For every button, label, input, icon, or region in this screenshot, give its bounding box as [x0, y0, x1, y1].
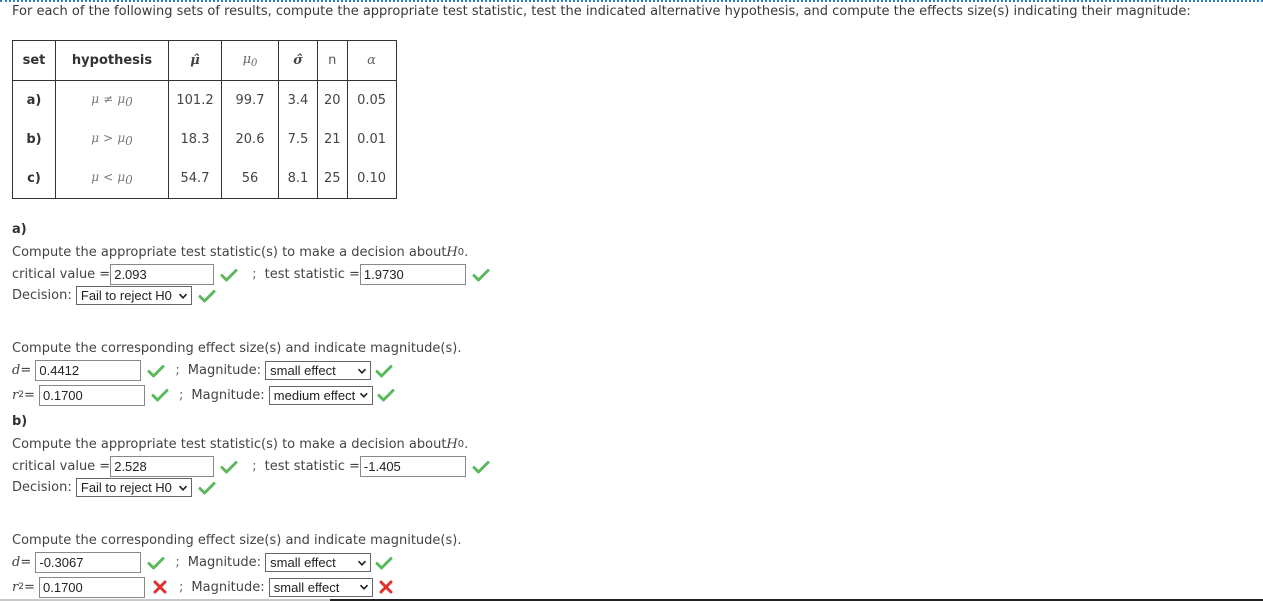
x-mark-icon — [377, 579, 395, 595]
r-squared-input[interactable]: 0.1700 — [39, 384, 145, 406]
header-sigma-hat: σ̂ — [278, 40, 318, 81]
d-magnitude-select[interactable]: small effect — [265, 553, 372, 572]
compute-effect-prompt: Compute the corresponding effect size(s)… — [12, 532, 462, 548]
decision-row: Decision: Fail to reject H0 — [12, 477, 490, 498]
decision-select[interactable]: Fail to reject H0 — [75, 478, 192, 497]
r-squared-input[interactable]: 0.1700 — [39, 576, 145, 598]
cohens-d-row: d = 0.4412 ; Magnitude: small effect — [12, 358, 490, 383]
checkmark-icon — [220, 267, 238, 283]
hypothesis-cell: μ < μ0 — [55, 159, 169, 199]
checkmark-icon — [375, 555, 393, 571]
n-cell: 25 — [317, 159, 348, 199]
set-cell: a) — [12, 80, 56, 120]
mu0-cell: 20.6 — [221, 120, 279, 159]
chevron-down-icon — [360, 392, 368, 398]
header-mu0: μ0 — [221, 40, 279, 81]
set-cell: c) — [12, 159, 56, 199]
chevron-down-icon — [359, 584, 368, 591]
checkmark-icon — [377, 387, 395, 403]
header-n: n — [317, 40, 348, 81]
chevron-down-icon — [178, 485, 187, 491]
checkmark-icon — [198, 288, 216, 304]
mu-hat-cell: 101.2 — [168, 80, 222, 120]
results-table: set hypothesis μ̂ μ0 σ̂ n α a) μ ≠ μ0 10… — [12, 40, 397, 199]
checkmark-icon — [147, 363, 165, 379]
mu-hat-cell: 18.3 — [168, 120, 222, 159]
decision-select[interactable]: Fail to reject H0 — [75, 286, 192, 305]
test-statistic-input[interactable]: 1.9730 — [359, 264, 466, 285]
checkmark-icon — [147, 555, 165, 571]
chevron-down-icon — [178, 293, 187, 299]
instructions-text: For each of the following sets of result… — [12, 4, 1191, 19]
table-header-row: set hypothesis μ̂ μ0 σ̂ n α — [12, 40, 397, 81]
sigma-hat-cell: 3.4 — [278, 80, 318, 120]
table-row: c) μ < μ0 54.7 56 8.1 25 0.10 — [12, 159, 397, 199]
decision-row: Decision: Fail to reject H0 — [12, 285, 490, 306]
r2-magnitude-select[interactable]: small effect — [268, 577, 373, 597]
alpha-cell: 0.10 — [346, 159, 397, 199]
mu0-cell: 99.7 — [221, 80, 279, 120]
hypothesis-cell: μ > μ0 — [55, 120, 169, 159]
critical-value-input[interactable]: 2.528 — [110, 456, 215, 477]
n-cell: 20 — [317, 80, 348, 120]
test-statistic-input[interactable]: -1.405 — [359, 456, 466, 477]
section-a: a) Compute the appropriate test statisti… — [12, 222, 490, 407]
sigma-hat-cell: 7.5 — [278, 120, 318, 159]
critical-value-row: critical value = 2.528 ; test statistic … — [12, 456, 490, 477]
critical-value-input[interactable]: 2.093 — [110, 264, 215, 285]
cohens-d-row: d = -0.3067 ; Magnitude: small effect — [12, 550, 490, 575]
checkmark-icon — [375, 363, 393, 379]
compute-effect-prompt: Compute the corresponding effect size(s)… — [12, 340, 462, 356]
checkmark-icon — [472, 267, 490, 283]
compute-stat-prompt: Compute the appropriate test statistic(s… — [12, 436, 469, 452]
section-b: b) Compute the appropriate test statisti… — [12, 414, 490, 599]
set-cell: b) — [12, 120, 56, 159]
cohens-d-input[interactable]: 0.4412 — [35, 360, 142, 381]
checkmark-icon — [198, 480, 216, 496]
header-alpha: α — [346, 40, 397, 81]
alpha-cell: 0.05 — [346, 80, 397, 120]
header-mu-hat: μ̂ — [168, 40, 222, 81]
n-cell: 21 — [317, 120, 348, 159]
d-magnitude-select[interactable]: small effect — [265, 361, 372, 380]
header-hypothesis: hypothesis — [55, 40, 169, 81]
x-mark-icon — [151, 579, 169, 595]
alpha-cell: 0.01 — [346, 120, 397, 159]
checkmark-icon — [472, 459, 490, 475]
chevron-down-icon — [358, 368, 367, 374]
r2-magnitude-select[interactable]: medium effect — [268, 385, 373, 405]
sigma-hat-cell: 8.1 — [278, 159, 318, 199]
checkmark-icon — [151, 387, 169, 403]
r-squared-row: r2 = 0.1700 ; Magnitude: small effect — [12, 575, 490, 599]
mu-hat-cell: 54.7 — [168, 159, 222, 199]
section-label: b) — [12, 414, 28, 429]
r-squared-row: r2 = 0.1700 ; Magnitude: medium effect — [12, 383, 490, 407]
checkmark-icon — [220, 459, 238, 475]
chevron-down-icon — [358, 560, 367, 566]
cohens-d-input[interactable]: -0.3067 — [35, 552, 142, 573]
mu0-cell: 56 — [221, 159, 279, 199]
table-row: a) μ ≠ μ0 101.2 99.7 3.4 20 0.05 — [12, 80, 397, 120]
critical-value-row: critical value = 2.093 ; test statistic … — [12, 264, 490, 285]
top-dotted-border — [0, 0, 1263, 2]
table-row: b) μ > μ0 18.3 20.6 7.5 21 0.01 — [12, 120, 397, 159]
compute-stat-prompt: Compute the appropriate test statistic(s… — [12, 244, 469, 260]
section-label: a) — [12, 222, 27, 237]
hypothesis-cell: μ ≠ μ0 — [55, 80, 169, 120]
header-set: set — [12, 40, 56, 81]
